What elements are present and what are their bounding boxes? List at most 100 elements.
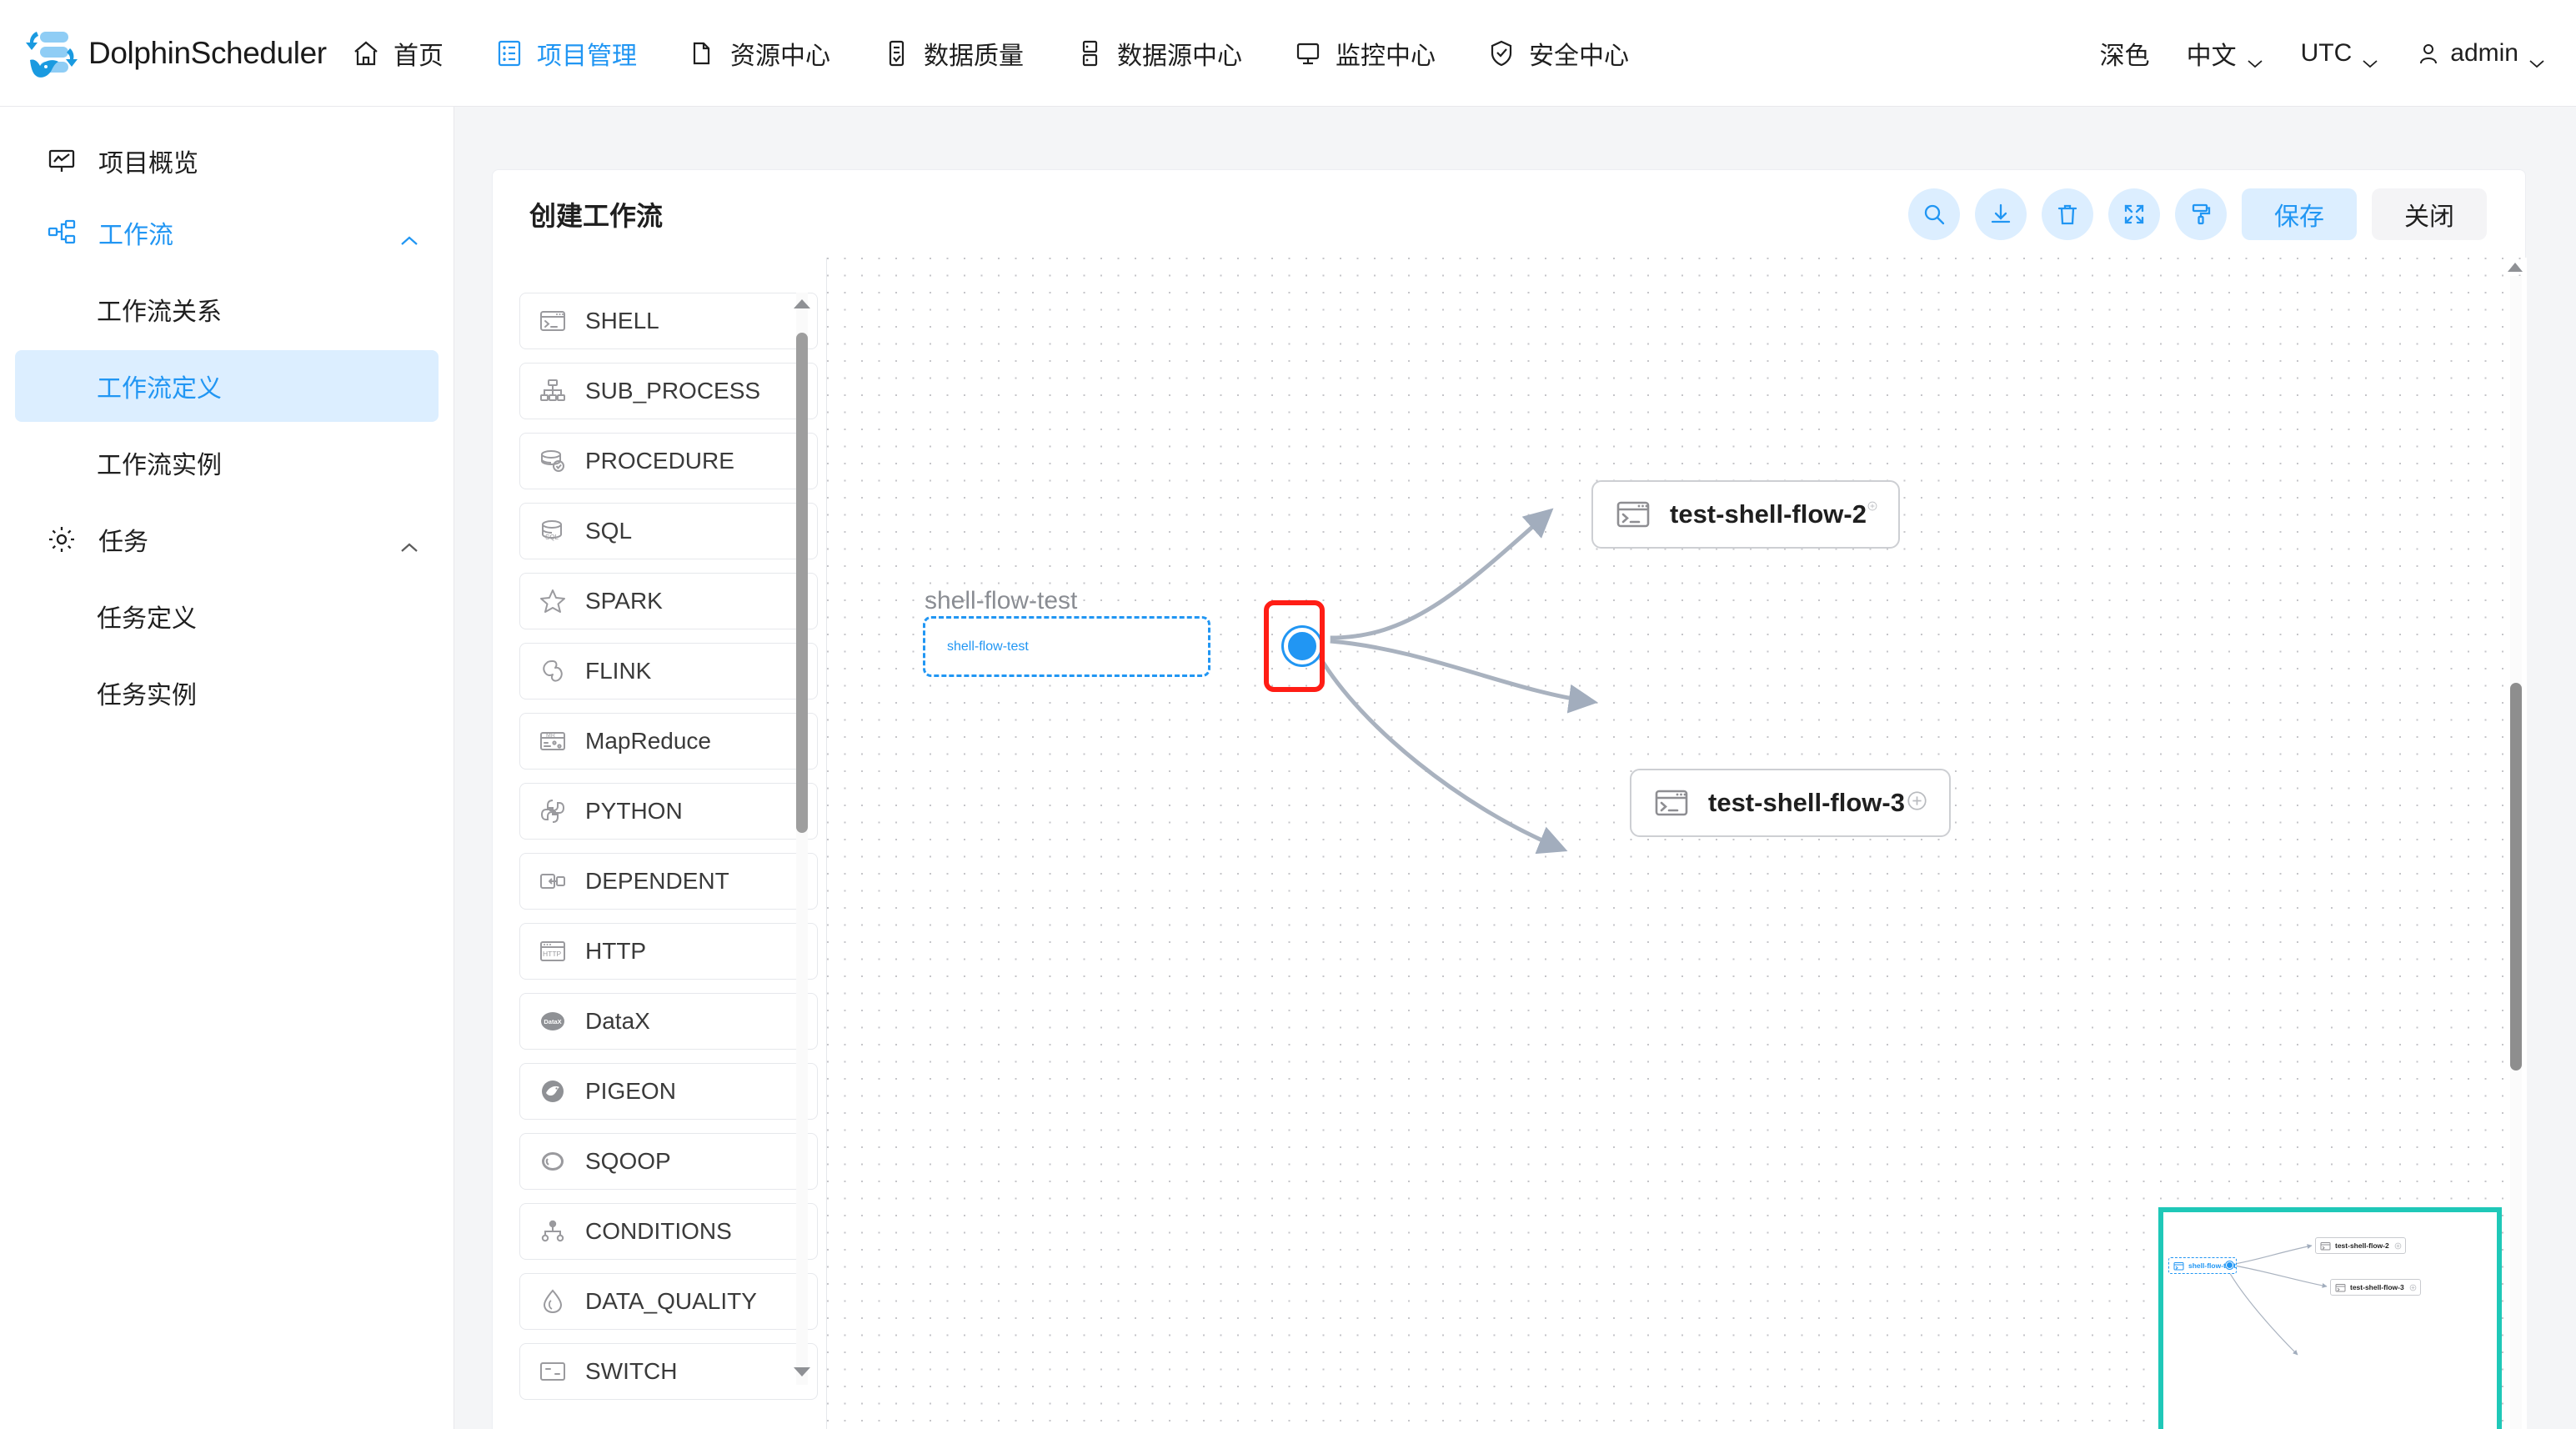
- fullscreen-icon: [2122, 202, 2147, 227]
- data-quality-drop-icon: [539, 1287, 567, 1316]
- task-type-data-quality[interactable]: DATA_QUALITY: [519, 1273, 818, 1330]
- task-type-palette: SHELL SUB_PROCESS PROCEDURE SQL SQL SPAR…: [493, 258, 826, 1429]
- sidebar-item-label: 任务实例: [97, 682, 197, 709]
- sub-process-icon: [539, 377, 567, 405]
- task-type-conditions[interactable]: CONDITIONS: [519, 1203, 818, 1260]
- close-button[interactable]: 关闭: [2372, 188, 2487, 240]
- save-button[interactable]: 保存: [2242, 188, 2357, 240]
- node-output-port[interactable]: [1284, 628, 1321, 664]
- user-menu[interactable]: admin: [2416, 39, 2546, 68]
- sidebar-item-project-overview[interactable]: 项目概览: [0, 125, 454, 197]
- flink-icon: [539, 657, 567, 685]
- task-type-switch[interactable]: SWITCH: [519, 1343, 818, 1400]
- nav-item-monitor-center[interactable]: 监控中心: [1294, 35, 1436, 72]
- canvas-node-test-shell-flow-3[interactable]: test-shell-flow-3: [1630, 769, 1951, 837]
- task-type-mapreduce[interactable]: MR MapReduce: [519, 713, 818, 770]
- theme-toggle[interactable]: 深色: [2100, 35, 2150, 72]
- sidebar-item-workflow-definition[interactable]: 工作流定义: [15, 350, 439, 422]
- download-button[interactable]: [1975, 188, 2027, 240]
- sidebar-item-task-definition[interactable]: 任务定义: [15, 580, 439, 652]
- task-type-sqoop[interactable]: SQOOP: [519, 1133, 818, 1190]
- canvas-vscroll-thumb[interactable]: [2510, 683, 2522, 1070]
- nav-item-label: 安全中心: [1529, 42, 1629, 70]
- sidebar-item-workflow[interactable]: 工作流: [0, 197, 454, 268]
- task-type-sub-process[interactable]: SUB_PROCESS: [519, 363, 818, 419]
- sidebar: 项目概览 工作流 工作流关系 工作流定义 工作流实例 任务 任务定义 任务实例: [0, 107, 476, 1429]
- brand[interactable]: DolphinScheduler: [18, 22, 352, 85]
- language-label: 中文: [2186, 42, 2237, 70]
- canvas-node-label: test-shell-flow-3: [1708, 788, 1905, 817]
- task-type-label: SUB_PROCESS: [585, 378, 761, 404]
- shell-icon: [1615, 496, 1651, 533]
- spark-icon: [539, 587, 567, 615]
- task-type-flink[interactable]: FLINK: [519, 643, 818, 699]
- delete-button[interactable]: [2042, 188, 2093, 240]
- folder-icon: [689, 39, 717, 68]
- canvas-minimap[interactable]: test-shell-flow-2 shell-flow-test test-s…: [2158, 1207, 2502, 1429]
- svg-text:DataX: DataX: [544, 1018, 561, 1025]
- task-type-label: SWITCH: [585, 1358, 678, 1384]
- canvas-node-test-shell-flow-2[interactable]: test-shell-flow-2: [1591, 480, 1900, 549]
- theme-label: 深色: [2099, 42, 2150, 70]
- add-downstream-icon[interactable]: [1905, 789, 1929, 817]
- minimap-output-port: [2226, 1261, 2233, 1269]
- sidebar-item-label: 任务: [98, 529, 148, 556]
- add-downstream-icon[interactable]: [1867, 500, 1878, 529]
- scroll-up-arrow-icon[interactable]: [793, 298, 811, 309]
- conditions-icon: [539, 1217, 567, 1246]
- search-button[interactable]: [1908, 188, 1960, 240]
- task-type-shell[interactable]: SHELL: [519, 293, 818, 349]
- sidebar-item-task-instance[interactable]: 任务实例: [15, 657, 439, 729]
- format-button[interactable]: [2175, 188, 2227, 240]
- task-type-label: PROCEDURE: [585, 448, 734, 474]
- nav-item-label: 数据源中心: [1117, 42, 1242, 70]
- editor-body: SHELL SUB_PROCESS PROCEDURE SQL SQL SPAR…: [493, 258, 2527, 1429]
- nav-item-resource-center[interactable]: 资源中心: [689, 35, 830, 72]
- sidebar-item-workflow-instance[interactable]: 工作流实例: [15, 427, 439, 499]
- user-label: admin: [2450, 38, 2518, 67]
- nav-item-data-quality[interactable]: 数据质量: [882, 35, 1024, 72]
- task-type-dependent[interactable]: DEPENDENT: [519, 853, 818, 910]
- fullscreen-button[interactable]: [2108, 188, 2160, 240]
- workflow-canvas[interactable]: shell-flow-test shell-flow-test test-she…: [826, 258, 2527, 1429]
- task-type-python[interactable]: PYTHON: [519, 783, 818, 840]
- task-type-label: FLINK: [585, 658, 652, 684]
- task-type-label: DataX: [585, 1008, 650, 1034]
- home-icon: [352, 39, 380, 68]
- shell-icon: [539, 307, 567, 335]
- main-content-area: 创建工作流 保存 关闭 SHELL SUB_PROCESS PROCEDURE …: [454, 107, 2576, 1429]
- language-selector[interactable]: 中文: [2187, 35, 2264, 72]
- task-type-procedure[interactable]: PROCEDURE: [519, 433, 818, 489]
- palette-scrollbar-thumb[interactable]: [796, 333, 808, 833]
- chevron-down-icon: [2246, 48, 2264, 68]
- task-type-label: HTTP: [585, 938, 647, 964]
- sidebar-item-workflow-relation[interactable]: 工作流关系: [15, 273, 439, 345]
- task-type-datax[interactable]: DataX DataX: [519, 993, 818, 1050]
- shell-icon: [1653, 785, 1690, 821]
- monitor-icon: [1294, 39, 1322, 68]
- task-type-label: PIGEON: [585, 1078, 676, 1104]
- canvas-scroll-up-icon[interactable]: [2507, 261, 2523, 273]
- task-type-sql[interactable]: SQL SQL: [519, 503, 818, 559]
- project-list-icon: [495, 39, 524, 68]
- canvas-node-shell-flow-test[interactable]: shell-flow-test: [923, 616, 1210, 681]
- nav-item-datasource-center[interactable]: 数据源中心: [1075, 35, 1242, 72]
- nav-item-home[interactable]: 首页: [352, 35, 444, 72]
- shield-check-icon: [1487, 39, 1516, 68]
- minimap-node-test-shell-flow-2: test-shell-flow-2: [2315, 1237, 2406, 1254]
- sidebar-item-label: 工作流定义: [97, 375, 222, 403]
- sidebar-item-task[interactable]: 任务: [0, 504, 454, 575]
- scroll-down-arrow-icon[interactable]: [793, 1366, 811, 1378]
- task-type-spark[interactable]: SPARK: [519, 573, 818, 629]
- nav-item-label: 资源中心: [730, 42, 830, 70]
- workflow-editor-card: 创建工作流 保存 关闭 SHELL SUB_PROCESS PROCEDURE …: [492, 169, 2527, 1429]
- task-type-pigeon[interactable]: PIGEON: [519, 1063, 818, 1120]
- timezone-selector[interactable]: UTC: [2301, 39, 2380, 68]
- user-icon: [2416, 41, 2441, 66]
- sidebar-item-label: 工作流关系: [97, 298, 222, 326]
- sidebar-item-label: 任务定义: [97, 605, 197, 633]
- task-type-http[interactable]: HTTP HTTP: [519, 923, 818, 980]
- shell-icon: [2335, 1282, 2346, 1293]
- nav-item-project-management[interactable]: 项目管理: [495, 35, 637, 72]
- nav-item-security-center[interactable]: 安全中心: [1487, 35, 1629, 72]
